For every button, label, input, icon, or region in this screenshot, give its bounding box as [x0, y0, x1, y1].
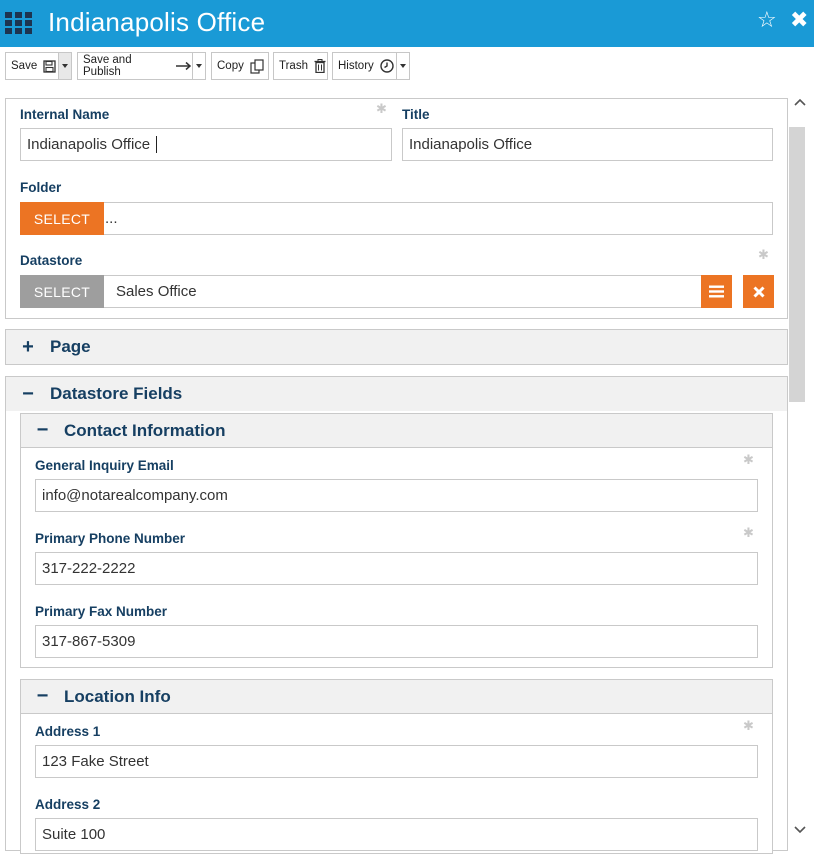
collapse-icon: −: [36, 419, 49, 441]
window-title: Indianapolis Office: [48, 7, 266, 37]
fax-input[interactable]: [35, 625, 758, 658]
save-button[interactable]: Save: [5, 52, 59, 80]
trash-label: Trash: [279, 60, 308, 72]
contact-info-title: Contact Information: [64, 420, 226, 440]
trash-button[interactable]: Trash: [273, 52, 328, 80]
datastore-list-button[interactable]: [701, 275, 732, 308]
datastore-select-button[interactable]: SELECT: [20, 275, 104, 308]
clear-icon: [752, 285, 765, 298]
phone-input[interactable]: [35, 552, 758, 585]
collapse-icon: −: [22, 382, 34, 405]
publish-options-caret[interactable]: [192, 52, 206, 80]
datastore-clear-button[interactable]: [743, 275, 774, 308]
vertical-scrollbar[interactable]: [788, 93, 814, 838]
close-icon[interactable]: ✖: [790, 9, 808, 31]
history-label: History: [338, 60, 374, 72]
address2-input[interactable]: [35, 818, 758, 851]
floppy-disk-icon: [43, 59, 56, 73]
fax-label: Primary Fax Number: [35, 604, 168, 619]
star-icon[interactable]: ☆: [757, 9, 777, 31]
required-asterisk: ✱: [758, 247, 769, 262]
location-info-header[interactable]: − Location Info: [20, 679, 773, 714]
collapse-icon: −: [36, 685, 49, 707]
copy-button[interactable]: Copy: [211, 52, 269, 80]
trash-icon: [314, 59, 326, 73]
datastore-value[interactable]: Sales Office: [104, 275, 702, 308]
page-section-header[interactable]: + Page: [5, 329, 788, 365]
title-label: Title: [402, 107, 430, 122]
email-label: General Inquiry Email: [35, 458, 174, 473]
expand-icon: +: [22, 335, 34, 358]
scrollbar-thumb[interactable]: [789, 127, 805, 402]
datastore-value-text: Sales Office: [116, 283, 197, 300]
datastore-label: Datastore: [20, 253, 83, 268]
title-bar: Indianapolis Office ☆ ✖: [0, 0, 814, 47]
address2-label: Address 2: [35, 797, 101, 812]
required-asterisk: ✱: [376, 101, 387, 116]
history-options-caret[interactable]: [396, 52, 410, 80]
list-icon: [709, 285, 724, 298]
folder-value[interactable]: ...: [104, 202, 773, 235]
save-publish-label: Save and Publish: [83, 54, 132, 78]
toolbar: Save Save and Publish Copy Trash History: [0, 47, 814, 85]
folder-label: Folder: [20, 180, 62, 195]
copy-label: Copy: [217, 60, 244, 72]
location-info-title: Location Info: [64, 686, 171, 706]
save-options-caret[interactable]: [58, 52, 72, 80]
internal-name-input[interactable]: [20, 128, 392, 161]
datastore-fields-header[interactable]: − Datastore Fields: [5, 376, 788, 412]
contact-info-header[interactable]: − Contact Information: [20, 413, 773, 448]
page-section-title: Page: [50, 337, 91, 356]
required-asterisk: ✱: [743, 525, 754, 540]
internal-name-label: Internal Name: [20, 107, 110, 122]
title-input[interactable]: [402, 128, 773, 161]
scroll-up-icon[interactable]: [793, 97, 807, 107]
folder-value-text: ...: [105, 210, 118, 227]
history-button[interactable]: History: [332, 52, 397, 80]
phone-label: Primary Phone Number: [35, 531, 186, 546]
copy-icon: [250, 58, 265, 74]
datastore-fields-title: Datastore Fields: [50, 384, 183, 403]
required-asterisk: ✱: [743, 452, 754, 467]
save-label: Save: [11, 60, 38, 72]
email-input[interactable]: [35, 479, 758, 512]
clock-icon: [380, 59, 394, 73]
app-grid-icon[interactable]: [5, 12, 33, 34]
address1-input[interactable]: [35, 745, 758, 778]
text-cursor: [156, 136, 157, 153]
scroll-down-icon[interactable]: [793, 825, 807, 835]
address1-label: Address 1: [35, 724, 101, 739]
required-asterisk: ✱: [743, 718, 754, 733]
save-and-publish-button[interactable]: Save and Publish: [77, 52, 193, 80]
arrow-right-icon: [176, 61, 192, 71]
folder-select-button[interactable]: SELECT: [20, 202, 104, 235]
